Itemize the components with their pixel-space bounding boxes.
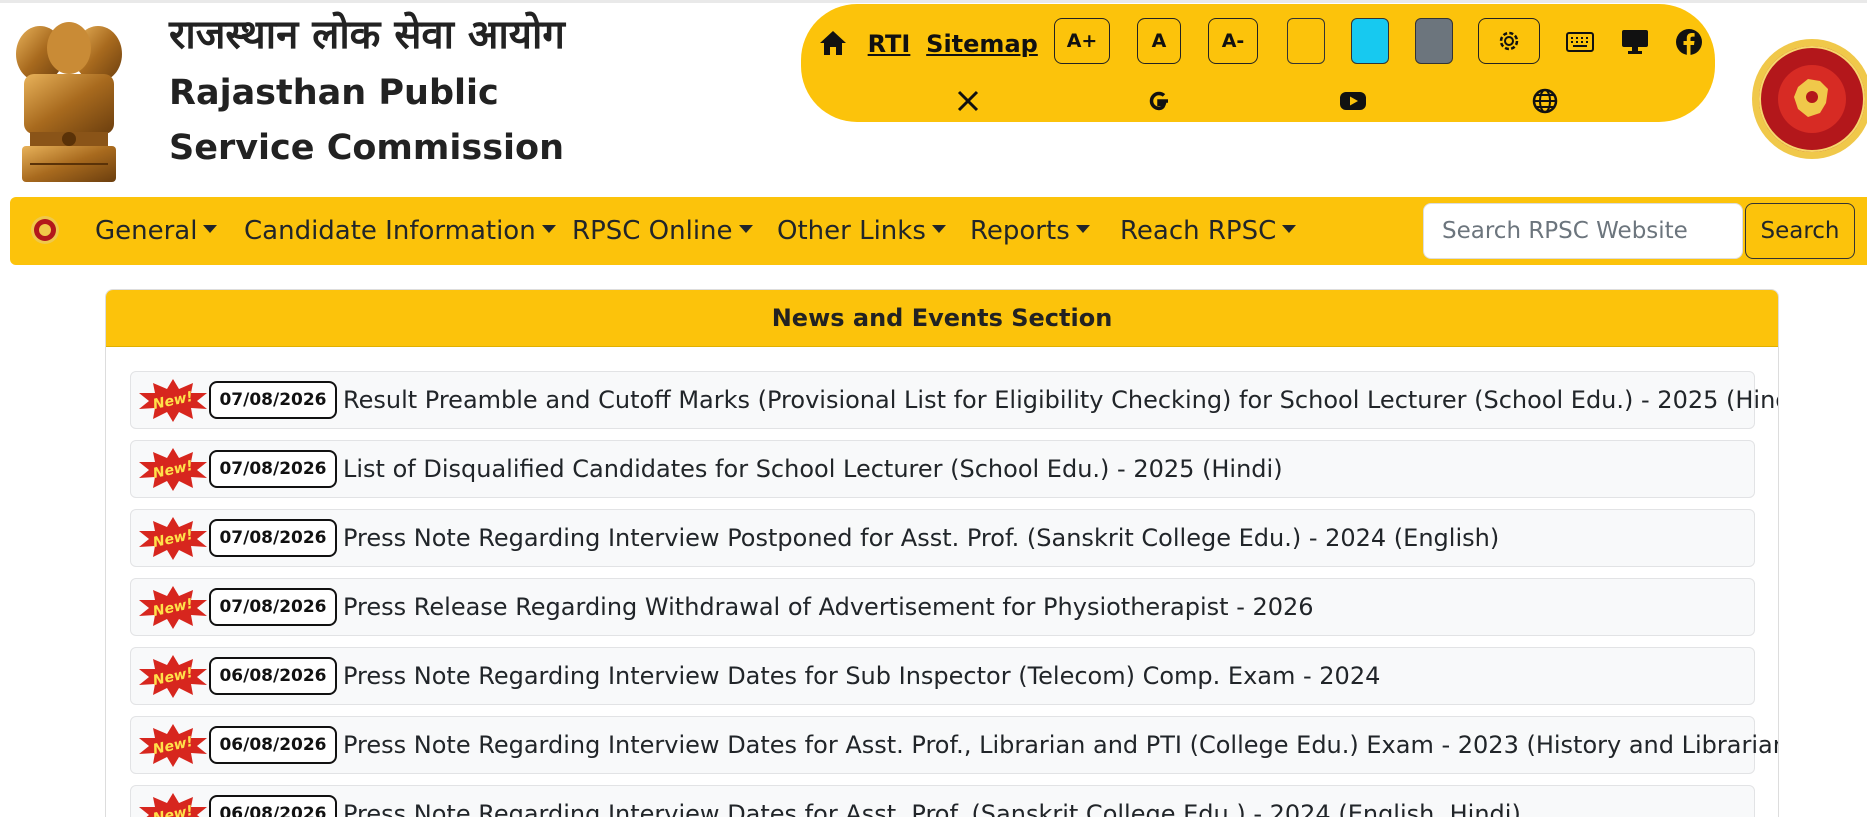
desktop-icon[interactable]	[1619, 26, 1651, 58]
new-badge-icon: New!	[139, 724, 207, 767]
nav-other-links[interactable]: Other Links	[777, 197, 946, 265]
theme-yellow-swatch[interactable]	[1287, 18, 1325, 64]
chevron-down-icon	[738, 225, 753, 233]
home-icon[interactable]	[815, 25, 851, 61]
google-icon[interactable]	[1144, 86, 1174, 116]
news-link[interactable]: Press Note Regarding Interview Dates for…	[343, 731, 1778, 759]
facebook-icon[interactable]	[1673, 26, 1705, 58]
youtube-icon[interactable]	[1337, 86, 1369, 116]
theme-gray-swatch[interactable]	[1415, 18, 1453, 64]
rpsc-seal-logo	[1752, 39, 1867, 159]
date-badge: 07/08/2026	[209, 381, 337, 419]
news-link[interactable]: List of Disqualified Candidates for Scho…	[343, 455, 1283, 483]
news-link[interactable]: Press Note Regarding Interview Dates for…	[343, 662, 1380, 690]
nav-candidate-information[interactable]: Candidate Information	[244, 197, 556, 265]
chevron-down-icon	[931, 225, 946, 233]
new-badge-icon: New!	[139, 793, 207, 817]
nav-other-links-label: Other Links	[777, 216, 926, 246]
date-badge: 07/08/2026	[209, 519, 337, 557]
news-item[interactable]: New! 06/08/2026 Press Note Regarding Int…	[130, 785, 1755, 817]
date-badge: 06/08/2026	[209, 795, 337, 817]
news-item[interactable]: New! 06/08/2026 Press Note Regarding Int…	[130, 647, 1755, 705]
font-normal-button[interactable]: A	[1137, 18, 1181, 64]
keyboard-icon[interactable]	[1564, 26, 1596, 58]
chevron-down-icon	[1075, 225, 1090, 233]
title-hindi: राजस्थान लोक सेवा आयोग	[169, 12, 565, 58]
date-badge: 07/08/2026	[209, 450, 337, 488]
rti-link[interactable]: RTI	[868, 25, 911, 63]
settings-gear-icon[interactable]	[1478, 18, 1540, 64]
news-item[interactable]: New! 06/08/2026 Press Note Regarding Int…	[130, 716, 1778, 774]
new-badge-icon: New!	[139, 586, 207, 629]
news-link[interactable]: Press Release Regarding Withdrawal of Ad…	[343, 593, 1314, 621]
nav-rpsc-online-label: RPSC Online	[572, 216, 733, 246]
news-item[interactable]: New! 07/08/2026 List of Disqualified Can…	[130, 440, 1755, 498]
nav-rpsc-online[interactable]: RPSC Online	[572, 197, 753, 265]
nav-reports[interactable]: Reports	[970, 197, 1090, 265]
news-link[interactable]: Press Note Regarding Interview Dates for…	[343, 800, 1521, 817]
date-badge: 06/08/2026	[209, 726, 337, 764]
news-link[interactable]: Result Preamble and Cutoff Marks (Provis…	[343, 386, 1778, 414]
nav-reach-rpsc-label: Reach RPSC	[1120, 216, 1277, 246]
news-item[interactable]: New! 07/08/2026 Result Preamble and Cuto…	[130, 371, 1778, 429]
nav-general[interactable]: General	[95, 197, 218, 265]
date-badge: 06/08/2026	[209, 657, 337, 695]
theme-cyan-swatch[interactable]	[1351, 18, 1389, 64]
news-events-card: News and Events Section New! 07/08/2026 …	[105, 289, 1779, 817]
news-item[interactable]: New! 07/08/2026 Press Release Regarding …	[130, 578, 1755, 636]
top-border	[0, 0, 1867, 3]
nav-reach-rpsc[interactable]: Reach RPSC	[1120, 197, 1297, 265]
language-globe-icon[interactable]	[1530, 86, 1560, 116]
font-increase-button[interactable]: A+	[1054, 18, 1110, 64]
title-english: Rajasthan Public Service Commission	[169, 73, 564, 168]
chevron-down-icon	[203, 225, 218, 233]
new-badge-icon: New!	[139, 379, 207, 422]
news-link[interactable]: Press Note Regarding Interview Postponed…	[343, 524, 1499, 552]
main-navbar: General Candidate Information RPSC Onlin…	[10, 197, 1867, 265]
nav-reports-label: Reports	[970, 216, 1070, 246]
ashoka-emblem-logo	[16, 22, 122, 182]
search-button[interactable]: Search	[1745, 203, 1855, 259]
new-badge-icon: New!	[139, 517, 207, 560]
news-item[interactable]: New! 07/08/2026 Press Note Regarding Int…	[130, 509, 1755, 567]
new-badge-icon: New!	[139, 448, 207, 491]
chevron-down-icon	[541, 225, 556, 233]
search-input[interactable]	[1423, 203, 1743, 259]
font-decrease-button[interactable]: A-	[1208, 18, 1258, 64]
news-section-title: News and Events Section	[106, 290, 1778, 347]
date-badge: 07/08/2026	[209, 588, 337, 626]
chevron-down-icon	[1282, 225, 1297, 233]
accessibility-toolbar: RTI Sitemap A+ A A-	[801, 4, 1715, 122]
x-twitter-icon[interactable]	[953, 86, 983, 116]
nav-candidate-information-label: Candidate Information	[244, 216, 536, 246]
nav-home-logo-icon[interactable]	[30, 215, 60, 245]
new-badge-icon: New!	[139, 655, 207, 698]
sitemap-link[interactable]: Sitemap	[926, 25, 1038, 63]
nav-general-label: General	[95, 216, 198, 246]
